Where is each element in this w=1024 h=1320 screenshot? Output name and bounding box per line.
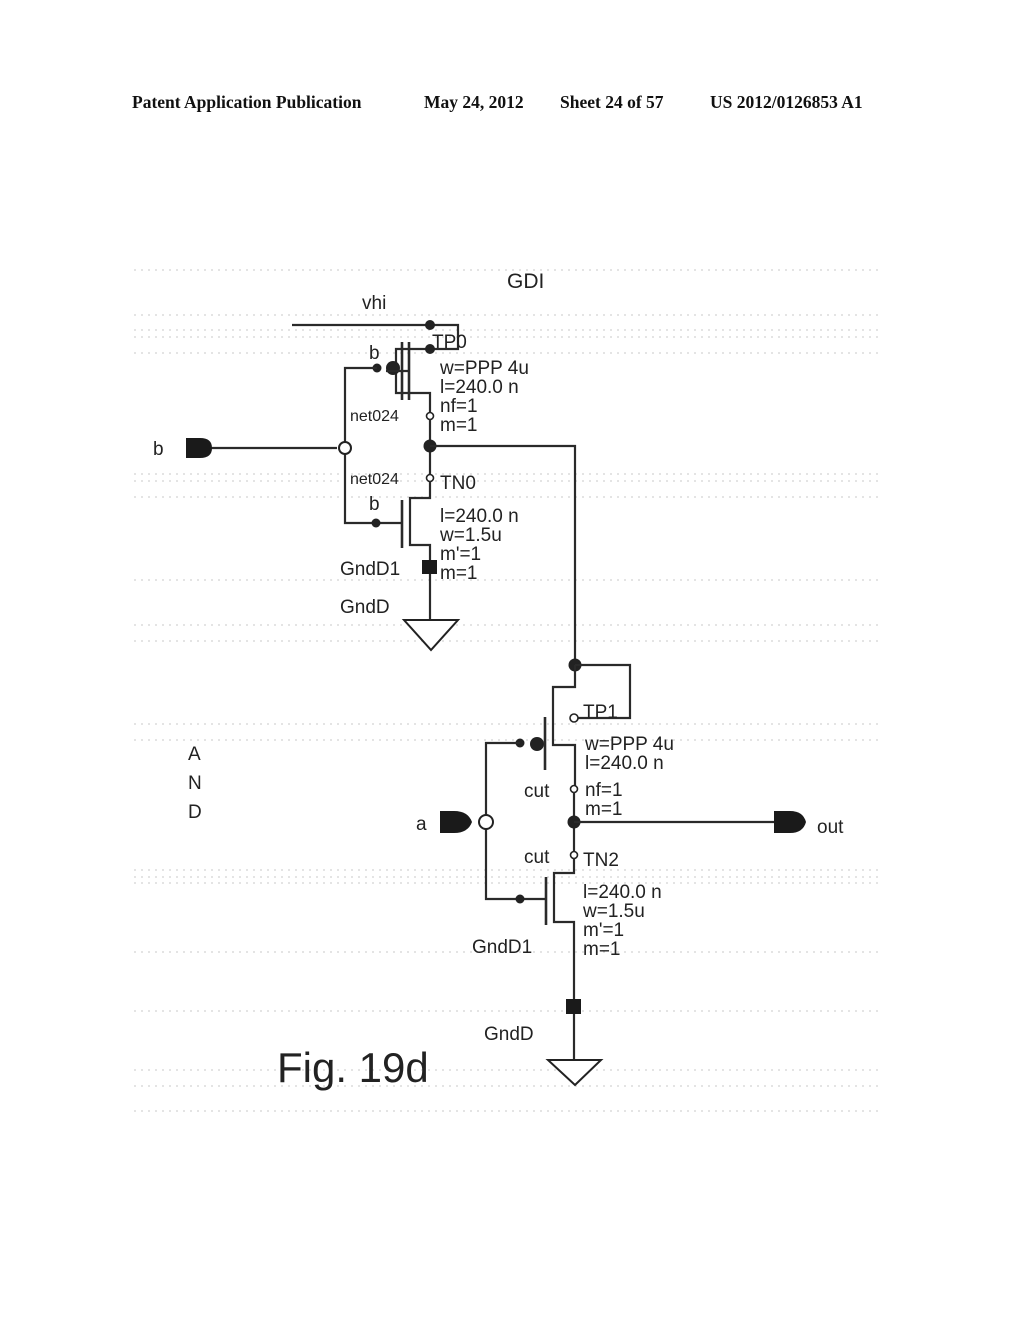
tn2-param: w=1.5u (582, 901, 645, 922)
tp0-name: TP0 (432, 332, 467, 353)
tn2-bulk-label: GndD1 (472, 937, 532, 958)
input-pin-icon (186, 438, 212, 458)
output-pin-label: out (817, 817, 844, 838)
tn0-param: m'=1 (440, 544, 481, 565)
tp1-param: nf=1 (585, 780, 623, 801)
tp1-name: TP1 (583, 702, 618, 723)
pin-dot (569, 850, 579, 860)
ground-icon (545, 1059, 604, 1087)
tp1-gate-bubble (530, 737, 544, 751)
tp0-gate-label: b (369, 343, 380, 364)
bulk-square (566, 999, 581, 1014)
circuit-schematic: GDI vhi A N D Fig. 19d b TP0 w=PPP 4u l=… (134, 269, 880, 1112)
side-label-d: D (188, 802, 202, 823)
a-gate-wire (484, 829, 520, 901)
output-pin-out[interactable]: out (774, 811, 844, 838)
bulk-square (422, 560, 437, 574)
open-junction (478, 814, 494, 830)
side-label-a: A (188, 744, 201, 765)
tp1-param: l=240.0 n (585, 753, 664, 774)
input-pin-label: a (416, 814, 427, 835)
supply-net-label: vhi (362, 293, 386, 314)
tp0-param: m=1 (440, 415, 478, 436)
tn0-bulk-label: GndD1 (340, 559, 400, 580)
pin-dot (569, 713, 579, 723)
tn2-node-label: cut (524, 847, 550, 868)
junction-dot (371, 518, 381, 528)
tp1-param: w=PPP 4u (584, 734, 674, 755)
tp0-param: nf=1 (440, 396, 478, 417)
tp0-gate-bubble (386, 361, 400, 375)
tp0-node-label: net024 (350, 408, 399, 425)
tn0-node-label: net024 (350, 471, 399, 488)
tn2-ground-label: GndD (484, 1024, 534, 1045)
tn0-gate-label: b (369, 494, 380, 515)
tn2-param: l=240.0 n (583, 882, 662, 903)
ground-icon (401, 619, 461, 652)
transistor-tp0: b TP0 w=PPP 4u l=240.0 n nf=1 m=1 net024 (292, 320, 529, 436)
junction-dot (425, 320, 435, 330)
pin-dot (425, 473, 435, 483)
junction-dot (515, 894, 525, 904)
tn0-name: TN0 (440, 473, 476, 494)
output-pin-icon (774, 811, 806, 833)
tn2-param: m'=1 (583, 920, 624, 941)
figure-caption: Fig. 19d (277, 1044, 429, 1091)
input-pin-a[interactable]: a (416, 811, 472, 835)
side-label-n: N (188, 773, 202, 794)
pin-dot (425, 411, 435, 421)
input-pin-icon (440, 811, 472, 833)
input-pin-b[interactable]: b (153, 438, 212, 460)
pin-dot (569, 784, 579, 794)
tn0-param: l=240.0 n (440, 506, 519, 527)
tp1-param: m=1 (585, 799, 623, 820)
tn2-name: TN2 (583, 850, 619, 871)
tn0-ground-label: GndD (340, 597, 390, 618)
input-pin-label: b (153, 439, 164, 460)
transistor-tn2: cut TN2 l=240.0 n w=1.5u m'=1 m=1 GndD1 … (472, 847, 662, 1087)
tn2-param: m=1 (583, 939, 621, 960)
tp0-param: l=240.0 n (440, 377, 519, 398)
transistor-tp1: TP1 w=PPP 4u l=240.0 n nf=1 m=1 cut (515, 658, 674, 820)
transistor-tn0: net024 b TN0 l=240.0 n w=1.5u m'=1 m=1 G… (340, 471, 519, 652)
tp0-param: w=PPP 4u (439, 358, 529, 379)
tn0-param: m=1 (440, 563, 478, 584)
open-junction (338, 441, 352, 455)
tp1-node-label: cut (524, 781, 550, 802)
circuit-title: GDI (507, 270, 544, 293)
a-gate-wire (484, 741, 520, 815)
tn0-param: w=1.5u (439, 525, 502, 546)
